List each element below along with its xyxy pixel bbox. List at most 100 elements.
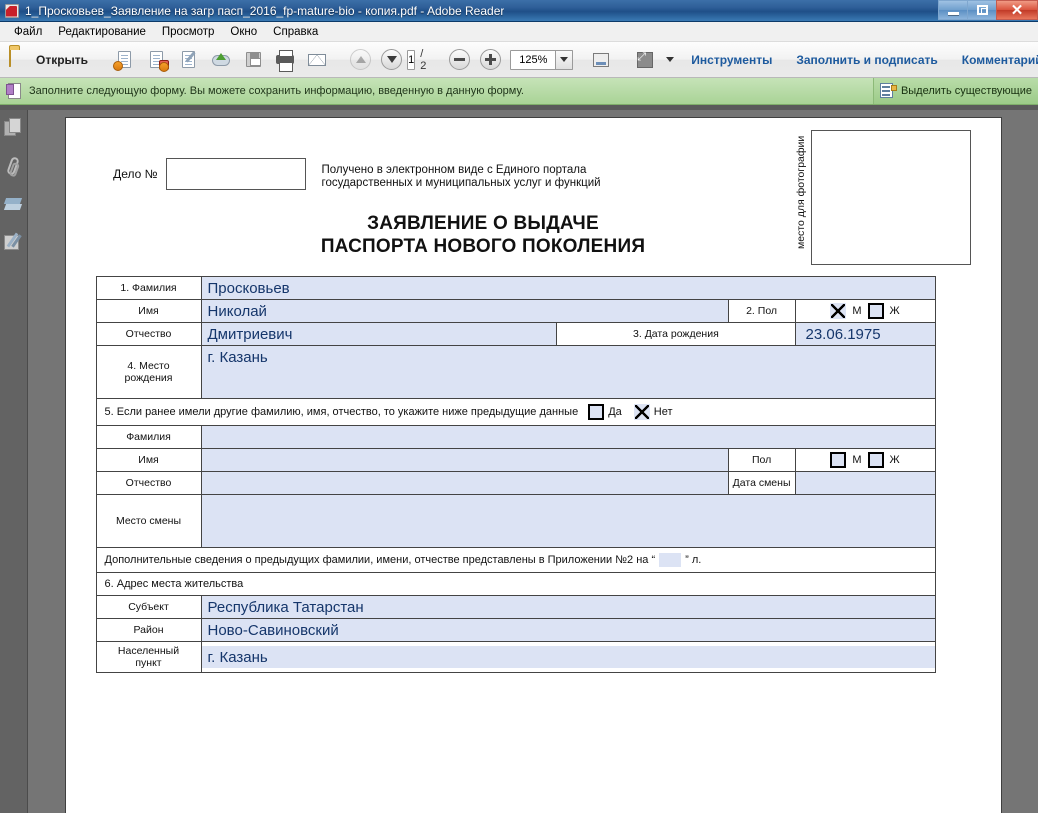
district-value-cell: Ново-Савиновский	[200, 618, 936, 642]
surname-field[interactable]: Просковьев	[201, 277, 935, 299]
form-message-text: Заполните следующую форму. Вы можете сох…	[29, 85, 524, 97]
highlight-fields-button[interactable]: Выделить существующие	[872, 78, 1038, 104]
signatures-icon[interactable]	[3, 232, 25, 254]
comment-pane-button[interactable]: Комментарий	[950, 46, 1038, 74]
birthplace-label-cell: 4. Место рождения	[95, 345, 202, 399]
cloud-upload-icon	[210, 49, 232, 71]
prev-sex-male-letter: М	[852, 454, 862, 466]
sex-female-checkbox[interactable]	[867, 303, 884, 319]
page-title-line2: ПАСПОРТА НОВОГО ПОКОЛЕНИЯ	[320, 236, 646, 257]
address-section-label: 6. Адрес места жительства	[104, 578, 244, 590]
sex-male-checkbox[interactable]	[830, 303, 847, 319]
change-date-value-cell	[794, 471, 936, 495]
export-pdf-button[interactable]	[141, 46, 173, 74]
page-thumbnails-icon[interactable]	[3, 118, 25, 140]
edit-pdf-button[interactable]	[173, 46, 205, 74]
prev-name-value-cell	[200, 448, 729, 472]
document-view[interactable]: Дело № Получено в электронном виде с Еди…	[28, 110, 1038, 813]
save-button[interactable]	[237, 46, 269, 74]
patronymic-field[interactable]: Дмитриевич	[201, 323, 557, 345]
zoom-in-button[interactable]	[475, 46, 506, 74]
birthdate-field[interactable]: 23.06.1975	[795, 323, 935, 345]
highlight-fields-label: Выделить существующие	[900, 85, 1032, 97]
window-title-bar: 1_Просковьев_Заявление на загр пасп_2016…	[0, 0, 1038, 22]
menu-window[interactable]: Окно	[222, 24, 265, 40]
menu-file[interactable]: Файл	[6, 24, 50, 40]
zoom-dropdown-button[interactable]	[556, 49, 574, 70]
form-table: 1. Фамилия Просковьев Имя Николай 2. Пол…	[95, 276, 936, 673]
minimize-button[interactable]	[938, 0, 967, 20]
prev-sex-female-letter: Ж	[889, 454, 900, 466]
page-number-input[interactable]: 1	[407, 49, 416, 70]
birthplace-value-cell: г. Казань	[200, 345, 936, 399]
surname-value-cell: Просковьев	[200, 276, 936, 300]
zoom-level-input[interactable]: 125%	[510, 49, 557, 70]
address-section-cell: 6. Адрес места жительства	[95, 572, 936, 596]
previous-page-button[interactable]	[345, 46, 376, 74]
change-place-field[interactable]	[201, 495, 935, 547]
prev-sex-male-checkbox[interactable]	[830, 452, 847, 468]
table-row: Фамилия	[95, 425, 936, 449]
upload-cloud-button[interactable]	[205, 46, 237, 74]
portal-note: Получено в электронном виде с Единого по…	[321, 164, 601, 189]
appendix-pages-field[interactable]	[659, 553, 682, 567]
print-button[interactable]	[269, 46, 301, 74]
layers-icon[interactable]	[3, 194, 25, 216]
prev-surname-value-cell	[200, 425, 936, 449]
name-value-cell: Николай	[200, 299, 729, 323]
locality-value-cell: г. Казань	[200, 641, 936, 673]
workspace: Дело № Получено в электронном виде с Еди…	[0, 110, 1038, 813]
adobe-reader-icon	[4, 3, 20, 19]
surname-label: 1. Фамилия	[120, 282, 177, 294]
change-date-field[interactable]	[795, 472, 935, 494]
fill-and-sign-pane-button[interactable]: Заполнить и подписать	[784, 46, 949, 74]
menu-help[interactable]: Справка	[265, 24, 326, 40]
create-pdf-button[interactable]	[109, 46, 141, 74]
next-page-button[interactable]	[376, 46, 407, 74]
case-number-field[interactable]	[165, 158, 306, 190]
table-row: Имя Николай 2. Пол М Ж	[95, 299, 936, 323]
prev-patronymic-field[interactable]	[201, 472, 728, 494]
restore-button[interactable]	[967, 0, 996, 20]
menu-edit[interactable]: Редактирование	[50, 24, 154, 40]
zoom-out-button[interactable]	[444, 46, 475, 74]
open-button-label: Открыть	[36, 52, 89, 67]
save-floppy-icon	[242, 49, 264, 71]
prev-name-field[interactable]	[201, 449, 728, 471]
birthdate-label: 3. Дата рождения	[633, 328, 719, 340]
subject-field[interactable]: Республика Татарстан	[201, 596, 935, 618]
district-field[interactable]: Ново-Савиновский	[201, 619, 935, 641]
birthplace-field[interactable]: г. Казань	[201, 346, 935, 398]
prev-names-no-checkbox[interactable]	[633, 404, 650, 420]
toolbar-overflow-button[interactable]	[661, 46, 679, 74]
prev-sex-female-checkbox[interactable]	[867, 452, 884, 468]
minus-icon	[449, 49, 471, 70]
tools-pane-button[interactable]: Инструменты	[679, 46, 784, 74]
email-button[interactable]	[301, 46, 333, 74]
printer-icon	[274, 49, 296, 72]
attachments-icon[interactable]	[3, 156, 25, 178]
prev-names-question-row: 5. Если ранее имели другие фамилию, имя,…	[97, 399, 935, 425]
menu-bar: Файл Редактирование Просмотр Окно Справк…	[0, 22, 1038, 42]
table-row: 5. Если ранее имели другие фамилию, имя,…	[95, 398, 936, 426]
fit-page-button[interactable]: ⤢	[629, 46, 661, 74]
prev-names-yes-checkbox[interactable]	[588, 404, 605, 420]
window-controls: ✕	[938, 0, 1038, 21]
birthdate-label-cell: 3. Дата рождения	[556, 322, 796, 346]
page-total-label: / 2	[420, 47, 427, 72]
close-button[interactable]: ✕	[996, 0, 1038, 20]
menu-view[interactable]: Просмотр	[154, 24, 223, 40]
snapshot-button[interactable]	[585, 46, 617, 74]
name-label-cell: Имя	[95, 299, 202, 323]
locality-field[interactable]: г. Казань	[201, 646, 935, 668]
name-field[interactable]: Николай	[201, 300, 728, 322]
close-icon: ✕	[1010, 1, 1024, 19]
prev-surname-field[interactable]	[201, 426, 935, 448]
table-row: 1. Фамилия Просковьев	[95, 276, 936, 300]
prev-patronymic-value-cell	[200, 471, 729, 495]
appendix-note-row: Дополнительные сведения о предыдущих фам…	[97, 548, 935, 572]
open-button[interactable]: Открыть	[4, 46, 97, 74]
snapshot-icon	[590, 49, 612, 71]
window-title: 1_Просковьев_Заявление на загр пасп_2016…	[25, 3, 505, 18]
highlight-fields-icon	[879, 83, 897, 99]
